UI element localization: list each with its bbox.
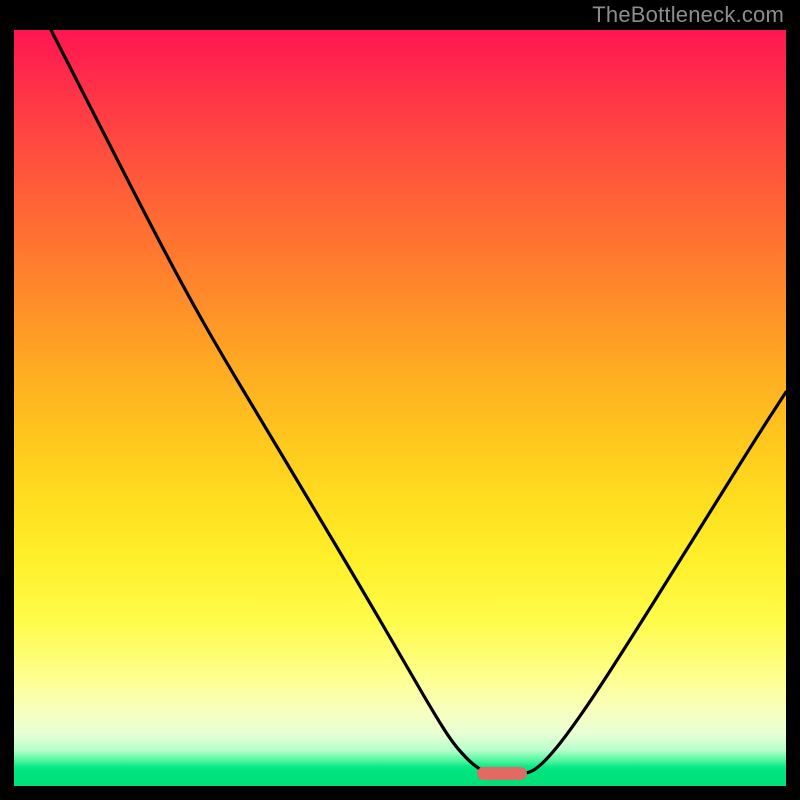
chart-frame: TheBottleneck.com	[0, 0, 800, 800]
plot-area	[14, 30, 786, 786]
watermark-text: TheBottleneck.com	[592, 2, 784, 28]
optimum-marker	[477, 767, 527, 780]
bottleneck-curve	[50, 28, 786, 774]
curve-svg	[14, 30, 786, 786]
